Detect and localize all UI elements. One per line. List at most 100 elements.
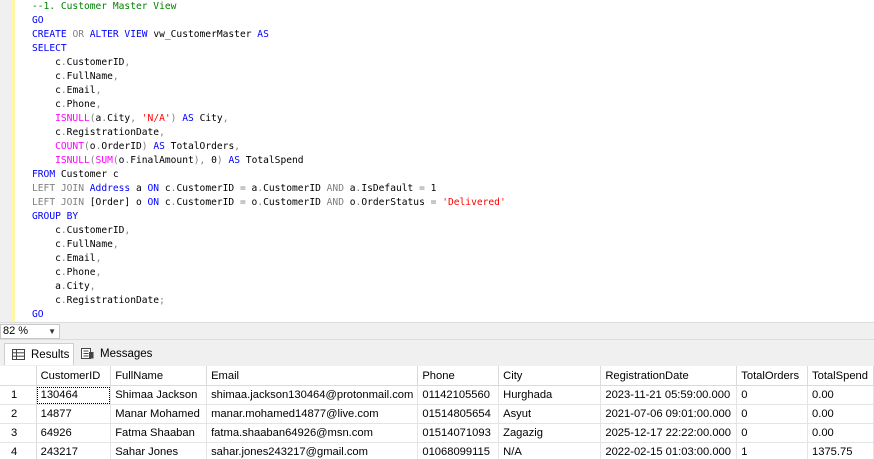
- row-number[interactable]: 2: [0, 404, 37, 424]
- column-header[interactable]: Phone: [417, 366, 500, 386]
- table-cell[interactable]: 0: [736, 404, 808, 424]
- code-line[interactable]: c.Email,: [32, 252, 506, 266]
- table-cell[interactable]: manar.mohamed14877@live.com: [206, 404, 419, 424]
- code-token: c: [32, 127, 61, 138]
- table-cell[interactable]: Manar Mohamed: [110, 404, 208, 424]
- table-row[interactable]: 2 14877 Manar Mohamed manar.mohamed14877…: [0, 404, 874, 424]
- tab-results[interactable]: Results: [4, 343, 74, 365]
- horizontal-scrollbar[interactable]: [64, 327, 870, 336]
- code-token: a: [245, 183, 258, 194]
- code-line[interactable]: c.Phone,: [32, 98, 506, 112]
- table-cell[interactable]: 130464: [36, 385, 112, 405]
- table-cell[interactable]: fatma.shaaban64926@msn.com: [206, 423, 419, 443]
- sql-code[interactable]: --1. Customer Master View GO CREATE OR ALT…: [32, 0, 506, 322]
- table-cell[interactable]: Shimaa Jackson: [110, 385, 208, 405]
- results-grid[interactable]: CustomerID FullName Email Phone City Reg…: [0, 366, 874, 459]
- table-cell[interactable]: 0: [736, 385, 808, 405]
- row-number[interactable]: 1: [0, 385, 37, 405]
- table-cell[interactable]: 2022-02-15 01:03:00.000: [600, 442, 738, 459]
- query-editor[interactable]: --1. Customer Master View GO CREATE OR ALT…: [0, 0, 874, 322]
- row-number[interactable]: 4: [0, 442, 37, 459]
- table-cell[interactable]: Hurghada: [498, 385, 602, 405]
- editor-status-bar: 82 % ▼: [0, 322, 874, 340]
- column-header[interactable]: TotalSpend: [807, 366, 874, 386]
- table-cell[interactable]: 0: [736, 423, 808, 443]
- table-cell[interactable]: Asyut: [498, 404, 602, 424]
- code-token: 1: [424, 183, 437, 194]
- code-token: c: [32, 57, 61, 68]
- code-line[interactable]: c.Phone,: [32, 266, 506, 280]
- table-cell[interactable]: 0.00: [807, 404, 874, 424]
- code-line[interactable]: c.RegistrationDate,: [32, 126, 506, 140]
- code-line[interactable]: COUNT(o.OrderID) AS TotalOrders,: [32, 140, 506, 154]
- column-header[interactable]: City: [498, 366, 602, 386]
- code-line[interactable]: GROUP BY: [32, 210, 506, 224]
- table-row[interactable]: 1 130464 Shimaa Jackson shimaa.jackson13…: [0, 385, 874, 405]
- code-line[interactable]: c.CustomerID,: [32, 224, 506, 238]
- table-cell[interactable]: sahar.jones243217@gmail.com: [206, 442, 419, 459]
- table-row[interactable]: 4 243217 Sahar Jones sahar.jones243217@g…: [0, 442, 874, 459]
- table-cell[interactable]: shimaa.jackson130464@protonmail.com: [206, 385, 419, 405]
- code-token: c: [32, 295, 61, 306]
- chevron-down-icon[interactable]: ▼: [48, 325, 56, 338]
- table-cell[interactable]: N/A: [498, 442, 602, 459]
- code-line[interactable]: c.CustomerID,: [32, 56, 506, 70]
- code-line[interactable]: LEFT JOIN [Order] o ON c.CustomerID = o.…: [32, 196, 506, 210]
- code-line[interactable]: CREATE OR ALTER VIEW vw_CustomerMaster A…: [32, 28, 506, 42]
- code-token: FullName: [66, 239, 113, 250]
- code-line[interactable]: GO: [32, 14, 506, 28]
- messages-icon: [81, 348, 94, 359]
- table-cell[interactable]: Zagazig: [498, 423, 602, 443]
- table-cell[interactable]: 01142105560: [417, 385, 500, 405]
- code-token: Customer c: [55, 169, 119, 180]
- zoom-dropdown[interactable]: 82 % ▼: [0, 324, 60, 339]
- table-cell[interactable]: 0.00: [807, 423, 874, 443]
- table-cell[interactable]: 14877: [36, 404, 112, 424]
- table-row[interactable]: 3 64926 Fatma Shaaban fatma.shaaban64926…: [0, 423, 874, 443]
- code-token: OR: [72, 29, 84, 40]
- table-cell[interactable]: 2025-12-17 22:22:00.000: [600, 423, 738, 443]
- table-cell[interactable]: 01514805654: [417, 404, 500, 424]
- row-number-header[interactable]: [0, 366, 37, 386]
- code-token: AS: [153, 141, 165, 152]
- code-token: RegistrationDate: [66, 127, 160, 138]
- table-cell[interactable]: 01068099115: [417, 442, 500, 459]
- code-token: City: [193, 113, 223, 124]
- code-line[interactable]: --1. Customer Master View: [32, 0, 506, 14]
- code-line[interactable]: FROM Customer c: [32, 168, 506, 182]
- table-cell[interactable]: 243217: [36, 442, 112, 459]
- code-line[interactable]: LEFT JOIN Address a ON c.CustomerID = a.…: [32, 182, 506, 196]
- code-token: FROM: [32, 169, 56, 180]
- code-line[interactable]: GO: [32, 308, 506, 322]
- code-token: ,: [112, 71, 119, 82]
- row-number[interactable]: 3: [0, 423, 37, 443]
- table-cell[interactable]: 64926: [36, 423, 112, 443]
- column-header[interactable]: Email: [206, 366, 419, 386]
- code-token: Phone: [66, 267, 96, 278]
- column-header[interactable]: FullName: [110, 366, 208, 386]
- code-token: ISNULL: [55, 155, 90, 166]
- code-line[interactable]: c.FullName,: [32, 70, 506, 84]
- table-cell[interactable]: 1375.75: [807, 442, 874, 459]
- column-header[interactable]: CustomerID: [36, 366, 112, 386]
- table-cell[interactable]: 01514071093: [417, 423, 500, 443]
- code-line[interactable]: c.Email,: [32, 84, 506, 98]
- code-line[interactable]: ISNULL(SUM(o.FinalAmount), 0) AS TotalSp…: [32, 154, 506, 168]
- table-cell[interactable]: 2023-11-21 05:59:00.000: [600, 385, 738, 405]
- code-line[interactable]: ISNULL(a.City, 'N/A') AS City,: [32, 112, 506, 126]
- code-line[interactable]: a.City,: [32, 280, 506, 294]
- code-token: c: [159, 197, 171, 208]
- code-line[interactable]: c.FullName,: [32, 238, 506, 252]
- code-token: ,: [159, 127, 165, 138]
- code-token: City: [66, 281, 90, 292]
- table-cell[interactable]: 1: [736, 442, 808, 459]
- code-line[interactable]: c.RegistrationDate;: [32, 294, 506, 308]
- column-header[interactable]: TotalOrders: [736, 366, 808, 386]
- table-cell[interactable]: 2021-07-06 09:01:00.000: [600, 404, 738, 424]
- table-cell[interactable]: 0.00: [807, 385, 874, 405]
- table-cell[interactable]: Sahar Jones: [110, 442, 208, 459]
- column-header[interactable]: RegistrationDate: [600, 366, 738, 386]
- code-line[interactable]: SELECT: [32, 42, 506, 56]
- table-cell[interactable]: Fatma Shaaban: [110, 423, 208, 443]
- tab-messages[interactable]: Messages: [74, 343, 154, 365]
